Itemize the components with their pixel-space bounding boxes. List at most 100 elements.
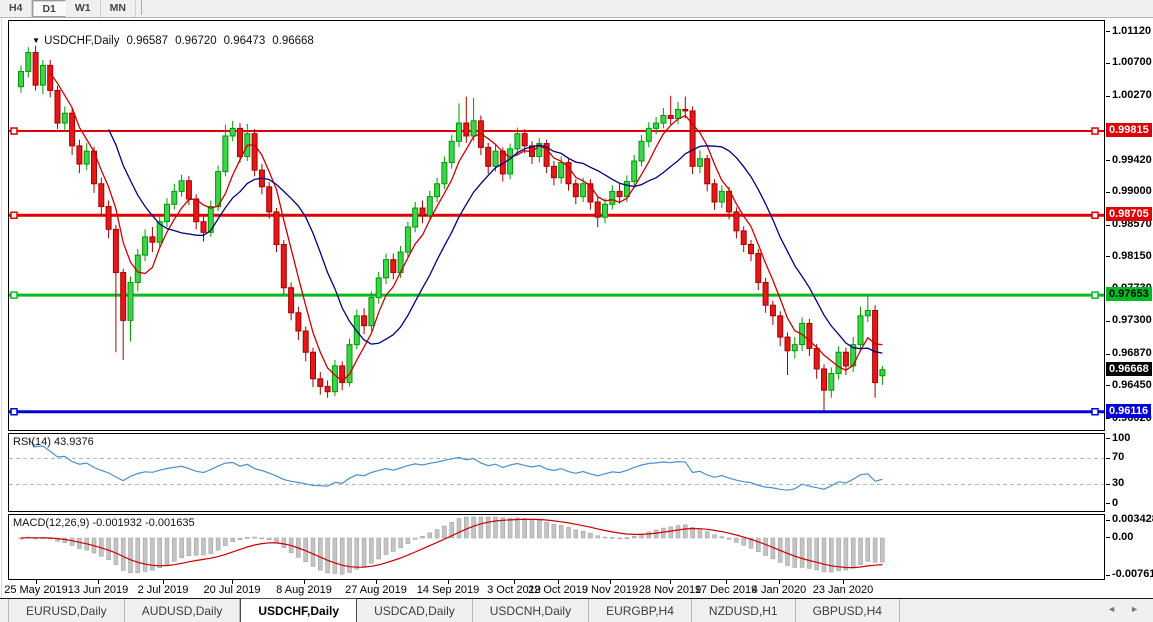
macd-histogram-bar [837,538,841,571]
candle-body [676,109,681,118]
tab-usdcad-daily[interactable]: USDCAD,Daily [357,599,473,622]
candle-body [106,207,111,230]
candle-body [99,184,104,207]
macd-histogram-bar [603,537,607,538]
tab-audusd-daily[interactable]: AUDUSD,Daily [125,599,241,622]
macd-histogram-bar [523,518,527,538]
candle-body [325,386,330,391]
h-line-handle[interactable] [11,212,17,218]
candle-body [683,109,688,111]
tab-gbpusd-h4[interactable]: GBPUSD,H4 [796,599,900,622]
h-line-handle[interactable] [1092,292,1098,298]
date-label: 8 Aug 2019 [276,584,332,596]
macd-histogram-bar [421,536,425,538]
macd-histogram-bar [713,535,717,538]
macd-histogram-bar [63,538,67,543]
candle-body [522,134,527,146]
axis-tick [1106,63,1110,64]
tab-scroll-left-icon[interactable]: ◄ [1107,602,1116,616]
h-line-handle[interactable] [1092,128,1098,134]
date-label: 2 Jul 2019 [138,584,189,596]
candle-body [727,191,732,211]
rsi-canvas[interactable] [9,434,1104,511]
h-line-handle[interactable] [11,409,17,415]
candle-body [311,352,316,379]
macd-histogram-bar [727,538,731,539]
tab-eurgbp-h4[interactable]: EURGBP,H4 [589,599,692,622]
rsi-label: RSI(14) 43.9376 [13,436,94,448]
candle-body [610,191,615,204]
tab-scroll-right-icon[interactable]: ► [1130,602,1139,616]
toolbar-separator [136,0,142,15]
candle-body [19,71,24,86]
candle-body [807,323,812,348]
h-line-price-label: 0.99815 [1106,123,1152,137]
macd-histogram-bar [369,538,373,563]
candle-body [223,136,228,172]
candle-body [267,187,272,212]
timeframe-mn[interactable]: MN [101,0,136,17]
candle-body [712,184,717,202]
axis-tick [1106,385,1110,386]
macd-histogram-bar [698,529,702,538]
macd-histogram-bar [464,517,468,538]
candle-body [186,181,191,199]
candle-body [230,128,235,136]
macd-histogram-bar [807,538,811,568]
h-line-handle[interactable] [11,292,17,298]
price-tick-label: 1.00270 [1112,89,1152,101]
macd-histogram-bar [829,538,833,572]
candle-body [551,166,556,177]
tab-nzdusd-h1[interactable]: NZDUSD,H1 [692,599,796,622]
tab-eurusd-daily[interactable]: EURUSD,Daily [8,599,125,622]
candle-body [632,161,637,181]
candle-body [843,352,848,366]
symbol-dropdown-icon[interactable]: ▼ [32,36,40,45]
h-line-handle[interactable] [1092,212,1098,218]
time-axis[interactable]: 25 May 201913 Jun 20192 Jul 201920 Jul 2… [8,580,1105,598]
axis-tick [1106,537,1110,538]
h-line-handle[interactable] [1092,409,1098,415]
macd-histogram-bar [873,538,877,562]
candle-body [749,244,754,253]
timeframe-toolbar: H4D1W1MN [0,0,1153,18]
macd-histogram-bar [734,538,738,542]
h-line-handle[interactable] [11,128,17,134]
price-chart-canvas[interactable] [9,21,1104,430]
timeframe-h4[interactable]: H4 [0,0,32,17]
axis-tick [1106,418,1110,419]
candle-body [77,146,82,164]
macd-histogram-bar [457,519,461,538]
trading-terminal-window: H4D1W1MN ▼USDCHF,Daily0.965870.967200.96… [0,0,1153,622]
macd-indicator-panel[interactable]: MACD(12,26,9) -0.001932 -0.001635 [8,514,1105,580]
candle-body [792,345,797,351]
tab-usdcnh-daily[interactable]: USDCNH,Daily [473,599,589,622]
candle-body [238,128,243,156]
axis-tick [1106,354,1110,355]
price-tick-label: 0.98150 [1112,250,1152,262]
timeframe-d1[interactable]: D1 [32,0,65,17]
price-chart-panel[interactable]: ▼USDCHF,Daily0.965870.967200.964730.9666… [8,20,1105,431]
candle-body [493,151,498,166]
candle-body [814,348,819,368]
price-tick-label: 0.99000 [1112,185,1152,197]
candle-body [165,204,170,221]
rsi-value: 43.9376 [54,436,94,448]
timeframe-w1[interactable]: W1 [66,0,101,17]
macd-histogram-bar [165,538,169,565]
tab-usdchf-daily[interactable]: USDCHF,Daily [240,598,357,622]
macd-histogram-bar [567,527,571,538]
candle-body [741,231,746,245]
candle-body [661,115,666,123]
candle-body [274,212,279,245]
chart-tab-bar: EURUSD,DailyAUDUSD,DailyUSDCHF,DailyUSDC… [0,598,1153,622]
rsi-indicator-panel[interactable]: RSI(14) 43.9376 [8,433,1105,512]
macd-histogram-bar [231,538,235,542]
candle-body [216,172,221,207]
axis-tick [1106,256,1110,257]
macd-histogram-bar [333,538,337,573]
candle-body [420,208,425,216]
axis-tick [1106,160,1110,161]
h-line-price-label: 0.97653 [1106,287,1152,301]
price-axis[interactable]: 1.011201.007001.002700.994200.990000.985… [1105,20,1153,580]
